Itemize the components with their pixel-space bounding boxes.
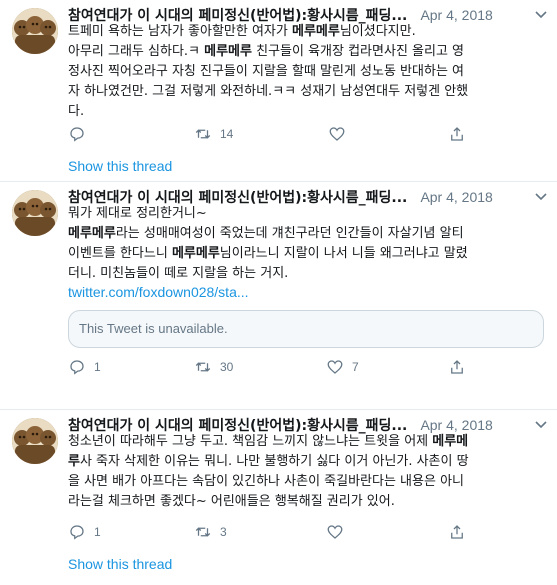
tweet-text-line: 청소년이 따라해두 그냥 두고. 책임감 느끼지 않느냐는 트윗을 어제 메루메 — [68, 432, 546, 452]
avatar[interactable] — [12, 8, 58, 54]
tweet-text-line: 루사 죽자 삭제한 이유는 뭐니. 나만 불행하기 싫다 이거 아닌가. 사촌이… — [68, 452, 546, 472]
tweet-text-line: 메루메루라는 성매매여성이 죽었는데 걔친구라던 인간들이 자살기념 알티 — [68, 224, 546, 244]
text-run: 사 죽자 삭제한 이유는 뭐니. 나만 불행하기 싫다 이거 아닌가. 사촌이 … — [79, 454, 469, 469]
avatar[interactable] — [12, 190, 58, 236]
reply-button[interactable]: 1 — [68, 357, 101, 377]
reply-count: 1 — [94, 360, 101, 374]
reply-icon — [70, 127, 84, 142]
share-icon — [451, 127, 463, 141]
retweet-button[interactable]: 3 — [194, 522, 227, 542]
tweet-text-line: 더니. 미친놈들이 떼로 지랄을 하는 거지. — [68, 264, 546, 284]
share-button[interactable] — [448, 124, 466, 144]
chevron-down-icon[interactable] — [535, 192, 547, 202]
tweet-text-line: 자 하나였건만. 그걸 저렇게 와전하네.ㅋㅋ 성재기 남성연대두 저렇겐 안했 — [68, 82, 546, 102]
retweet-button[interactable]: 14 — [194, 124, 233, 144]
text-run: 다. — [68, 104, 85, 119]
text-run: 뭐가 제대로 정리한거니~ — [68, 206, 207, 221]
retweet-count: 3 — [220, 525, 227, 539]
like-button[interactable] — [326, 522, 352, 542]
highlighted-keyword: 메루메루 — [68, 226, 116, 241]
share-icon — [451, 525, 463, 539]
retweet-button[interactable]: 30 — [194, 357, 233, 377]
share-icon — [451, 360, 463, 374]
tweet-date[interactable]: Apr 4, 2018 — [420, 189, 492, 205]
heart-icon — [327, 525, 343, 539]
retweet-icon — [195, 129, 211, 139]
retweet-count: 30 — [220, 360, 234, 374]
highlighted-keyword: 메루메루 — [291, 24, 340, 39]
tweet-text-line: 뭐가 제대로 정리한거니~ — [68, 204, 546, 224]
like-count: 7 — [352, 360, 359, 374]
tweet-text: 청소년이 따라해두 그냥 두고. 책임감 느끼지 않느냐는 트윗을 어제 메루메… — [68, 432, 546, 512]
tweet-actions: 14 — [68, 124, 528, 144]
avatar[interactable] — [12, 418, 58, 464]
retweet-count: 14 — [220, 127, 234, 141]
reply-button[interactable] — [68, 124, 94, 144]
tweet-text-line: 이벤트를 한다느니 메루메루님이라느니 지랄이 나서 니들 왜그러냐고 말렸 — [68, 244, 546, 264]
share-button[interactable] — [448, 522, 466, 542]
reply-count: 1 — [94, 525, 101, 539]
highlighted-keyword: 루 — [68, 454, 80, 469]
text-run: 정사진 찍어오라구 자칭 진구들이 지랄을 할때 말린게 성노동 반대하는 여 — [68, 64, 464, 79]
retweet-icon — [195, 527, 211, 537]
text-run: 자 하나였건만. 그걸 저렇게 와전하네.ㅋㅋ 성재기 남성연대두 저렇겐 안했 — [68, 84, 469, 99]
tweet-text-line: 라는걸 체크하면 좋겠다~ 어린애들은 행복해질 권리가 있어. — [68, 492, 546, 512]
text-run: 님이라느니 지랄이 나서 니들 왜그러냐고 말렸 — [219, 246, 468, 261]
quote-unavailable-text: This Tweet is unavailable. — [79, 321, 228, 336]
chevron-down-icon[interactable] — [535, 420, 547, 430]
heart-icon — [329, 127, 345, 141]
tweet[interactable]: 참여연대가 이 시대의 페미정신(반어법):황사시름_패딩... Apr 4, … — [0, 182, 557, 408]
text-run: 트페미 욕하는 남자가 좋아할만한 여자가 — [68, 24, 292, 39]
tweet-text: 트페미 욕하는 남자가 좋아할만한 여자가 메루메루님이셨다지만. 아무리 그래두… — [68, 22, 546, 122]
tweet-date[interactable]: Apr 4, 2018 — [420, 7, 492, 23]
reply-icon — [70, 525, 84, 540]
tweet-text-line: 트페미 욕하는 남자가 좋아할만한 여자가 메루메루님이셨다지만. — [68, 22, 546, 42]
reply-icon — [70, 360, 84, 375]
share-button[interactable] — [448, 357, 466, 377]
tweet-text: 뭐가 제대로 정리한거니~ 메루메루라는 성매매여성이 죽었는데 걔친구라던 인간… — [68, 204, 546, 284]
tweet-date[interactable]: Apr 4, 2018 — [420, 417, 492, 433]
text-run: 님이셨다지만. — [339, 24, 416, 39]
tweet-text-line: 정사진 찍어오라구 자칭 진구들이 지랄을 할때 말린게 성노동 반대하는 여 — [68, 62, 546, 82]
text-run: 라는걸 체크하면 좋겠다~ 어린애들은 행복해질 권리가 있어. — [68, 494, 395, 509]
highlighted-keyword: 메루메루 — [171, 246, 220, 261]
text-run: 라는 성매매여성이 죽었는데 걔친구라던 인간들이 자살기념 알티 — [115, 226, 464, 241]
retweet-icon — [195, 362, 211, 372]
tweet-actions: 1 3 — [68, 522, 528, 542]
heart-icon — [327, 360, 343, 374]
text-run: 더니. 미친놈들이 떼로 지랄을 하는 거지. — [68, 266, 289, 281]
chevron-down-icon[interactable] — [535, 10, 547, 20]
highlighted-keyword: 메루메루 — [204, 44, 252, 59]
highlighted-keyword: 메루메 — [432, 434, 469, 449]
like-button[interactable]: 7 — [326, 357, 359, 377]
tweet-text-line: 다. — [68, 102, 546, 122]
tweet-text-line: 아무리 그래두 심하다.ㅋ 메루메루 친구들이 육개장 컵라면사진 올리고 영 — [68, 42, 546, 62]
quoted-tweet-card[interactable]: This Tweet is unavailable. — [68, 310, 544, 348]
tweet-text-line: 을 사면 배가 아프다는 속담이 있긴하나 사촌이 죽길바란다는 내용은 아니 — [68, 472, 546, 492]
show-thread-link[interactable]: Show this thread — [68, 556, 172, 572]
tweet[interactable]: 참여연대가 이 시대의 페미정신(반어법):황사시름_패딩... Apr 4, … — [0, 0, 557, 180]
text-run: 을 사면 배가 아프다는 속담이 있긴하나 사촌이 죽길바란다는 내용은 아니 — [68, 474, 464, 489]
tweet-actions: 1 30 7 — [68, 357, 528, 377]
tweet-link[interactable]: twitter.com/foxdown028/sta... — [68, 284, 249, 300]
like-button[interactable] — [328, 124, 354, 144]
text-run: 청소년이 따라해두 그냥 두고. 책임감 느끼지 않느냐는 트윗을 어제 — [68, 434, 433, 449]
text-run: 이벤트를 한다느니 — [68, 246, 172, 261]
tweet[interactable]: 참여연대가 이 시대의 페미정신(반어법):황사시름_패딩... Apr 4, … — [0, 410, 557, 585]
reply-button[interactable]: 1 — [68, 522, 101, 542]
text-run: 아무리 그래두 심하다.ㅋ — [68, 44, 205, 59]
text-run: 친구들이 육개장 컵라면사진 올리고 영 — [251, 44, 465, 59]
show-thread-link[interactable]: Show this thread — [68, 158, 172, 174]
